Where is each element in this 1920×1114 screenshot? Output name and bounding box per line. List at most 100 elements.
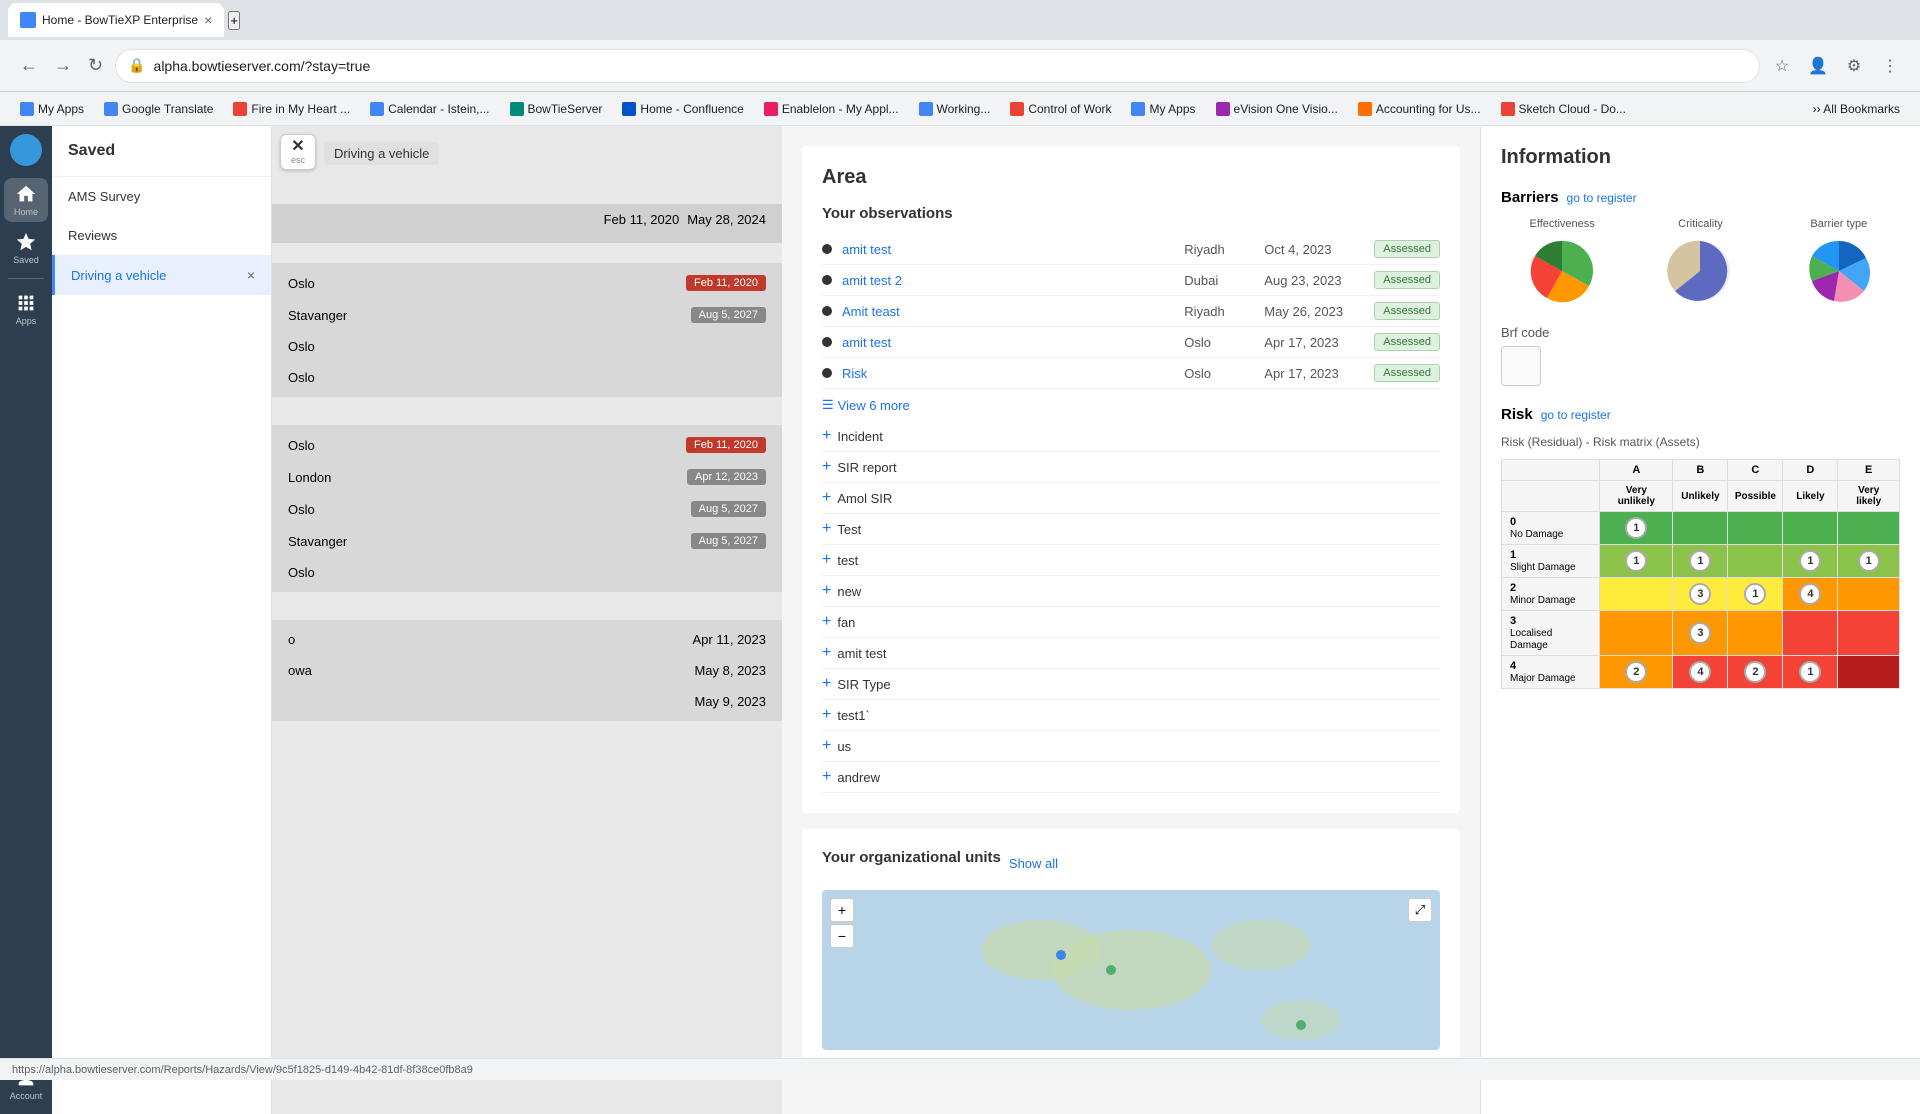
cell-0-a: 1 (1600, 512, 1673, 545)
date-badge-aug: Aug 5, 2027 (691, 307, 766, 323)
refresh-button[interactable]: ↻ (84, 51, 107, 80)
bookmark-favicon (370, 102, 384, 116)
bookmark-favicon (510, 102, 524, 116)
brf-code-label: Brf code (1501, 325, 1900, 340)
risk-matrix-table: A B C D E Very unlikely Unlikely Possibl… (1501, 459, 1900, 689)
risk-go-register[interactable]: go to register (1541, 408, 1611, 422)
expand-item-amol-sir[interactable]: + Amol SIR (822, 483, 1440, 514)
date-may-9-val: May 9, 2023 (694, 694, 766, 709)
obs-name-5[interactable]: Risk (842, 366, 1184, 381)
saved-item-close-button[interactable]: × (247, 267, 255, 283)
obs-dot (822, 275, 832, 285)
badge: 1 (1689, 550, 1711, 572)
location-stavanger-2: Stavanger (288, 534, 683, 549)
obs-name-4[interactable]: amit test (842, 335, 1184, 350)
expand-label: SIR Type (837, 677, 890, 692)
bookmark-calendar[interactable]: Calendar - Istein,... (362, 99, 497, 119)
list-row-oslo-6: Oslo (272, 557, 782, 588)
forward-button[interactable]: → (50, 51, 76, 80)
bookmark-my-apps-2[interactable]: My Apps (1123, 99, 1203, 119)
col-c-label: Possible (1728, 481, 1783, 512)
cell-1-c (1728, 545, 1783, 578)
barrier-type-label: Barrier type (1778, 218, 1900, 230)
expand-item-fan[interactable]: + fan (822, 607, 1440, 638)
date-badge-feb: Feb 11, 2020 (686, 275, 766, 291)
bookmark-home-confluence[interactable]: Home - Confluence (614, 99, 751, 119)
bookmark-enablelon[interactable]: Enablelon - My Appl... (756, 99, 907, 119)
back-button[interactable]: ← (16, 51, 42, 80)
close-tab-button[interactable]: × (204, 12, 212, 28)
expand-item-new[interactable]: + new (822, 576, 1440, 607)
col-b-header: B (1673, 460, 1728, 481)
cell-4-a: 2 (1600, 656, 1673, 689)
sidebar-item-saved[interactable]: Saved (4, 226, 48, 270)
bookmark-favicon (1358, 102, 1372, 116)
tab-title: Home - BowTieXP Enterprise (42, 13, 198, 27)
new-tab-button[interactable]: + (228, 11, 240, 30)
obs-name-1[interactable]: amit test (842, 242, 1184, 257)
obs-badge-1: Assessed (1374, 240, 1440, 258)
expand-item-test[interactable]: + Test (822, 514, 1440, 545)
bookmark-bowtieserver[interactable]: BowTieServer (502, 99, 611, 119)
effectiveness-pie (1527, 236, 1597, 306)
bookmark-favicon (104, 102, 118, 116)
risk-subtitle: Risk (Residual) - Risk matrix (Assets) (1501, 435, 1900, 449)
cell-2-c: 1 (1728, 578, 1783, 611)
plus-icon: + (822, 458, 831, 476)
obs-name-2[interactable]: amit test 2 (842, 273, 1184, 288)
close-overlay-button[interactable]: ✕ esc (280, 134, 316, 170)
saved-item-reviews[interactable]: Reviews (52, 216, 271, 255)
saved-item-driving-vehicle[interactable]: Driving a vehicle × (52, 255, 271, 295)
barriers-go-register[interactable]: go to register (1567, 191, 1637, 205)
address-bar[interactable]: 🔒 alpha.bowtieserver.com/?stay=true (115, 49, 1760, 83)
expand-item-us[interactable]: + us (822, 731, 1440, 762)
obs-name-3[interactable]: Amit teast (842, 304, 1184, 319)
all-bookmarks-button[interactable]: ›› All Bookmarks (1805, 99, 1908, 119)
expand-items-list: + Incident + SIR report + Amol SIR + (822, 421, 1440, 793)
col-c-header: C (1728, 460, 1783, 481)
expand-label: andrew (837, 770, 880, 785)
view-more-button[interactable]: ☰ View 6 more (822, 397, 1440, 413)
criticality-label: Criticality (1639, 218, 1761, 230)
bookmark-fire-my-heart[interactable]: Fire in My Heart ... (225, 99, 358, 119)
criticality-chart: Criticality (1639, 218, 1761, 309)
expand-item-test-lower[interactable]: + test (822, 545, 1440, 576)
expand-item-amit-test[interactable]: + amit test (822, 638, 1440, 669)
expand-item-sir-report[interactable]: + SIR report (822, 452, 1440, 483)
area-section: Area Your observations amit test Riyadh … (802, 146, 1460, 813)
active-tab[interactable]: Home - BowTieXP Enterprise × (8, 3, 224, 37)
menu-icon[interactable]: ⋮ (1876, 52, 1904, 80)
bookmark-working[interactable]: Working... (911, 99, 999, 119)
bookmark-icon[interactable]: ☆ (1768, 52, 1796, 80)
bookmark-accounting[interactable]: Accounting for Us... (1350, 99, 1489, 119)
sidebar-home-label: Home (14, 207, 38, 217)
bookmark-evision[interactable]: eVision One Visio... (1208, 99, 1346, 119)
extensions-icon[interactable]: ⚙ (1840, 52, 1868, 80)
sidebar-item-apps[interactable]: Apps (4, 287, 48, 331)
bookmark-my-apps-1[interactable]: My Apps (12, 99, 92, 119)
barriers-header: Barriers go to register (1501, 189, 1900, 206)
expand-item-incident[interactable]: + Incident (822, 421, 1440, 452)
bookmark-label: Home - Confluence (640, 102, 743, 116)
list-row-oslo-2: Oslo (272, 331, 782, 362)
brf-section: Brf code (1501, 325, 1900, 386)
list-row-oslo-5: Oslo Aug 5, 2027 (272, 493, 782, 525)
matrix-empty (1502, 481, 1600, 512)
bookmark-label: Working... (937, 102, 991, 116)
badge: 1 (1799, 550, 1821, 572)
matrix-row-2: 2Minor Damage 3 1 4 (1502, 578, 1900, 611)
charts-row: Effectiveness (1501, 218, 1900, 309)
show-all-button[interactable]: Show all (1009, 856, 1058, 871)
saved-item-ams-survey[interactable]: AMS Survey (52, 177, 271, 216)
expand-item-andrew[interactable]: + andrew (822, 762, 1440, 793)
cell-3-a (1600, 611, 1673, 656)
bookmark-google-translate[interactable]: Google Translate (96, 99, 221, 119)
list-section-3: Oslo Feb 11, 2020 London Apr 12, 2023 Os… (272, 425, 782, 592)
bookmark-sketch[interactable]: Sketch Cloud - Do... (1493, 99, 1634, 119)
profile-icon[interactable]: 👤 (1804, 52, 1832, 80)
sidebar-item-home[interactable]: Home (4, 178, 48, 222)
expand-item-test1[interactable]: + test1` (822, 700, 1440, 731)
obs-location-3: Riyadh (1184, 304, 1264, 319)
expand-item-sir-type[interactable]: + SIR Type (822, 669, 1440, 700)
bookmark-control-of-work[interactable]: Control of Work (1002, 99, 1119, 119)
